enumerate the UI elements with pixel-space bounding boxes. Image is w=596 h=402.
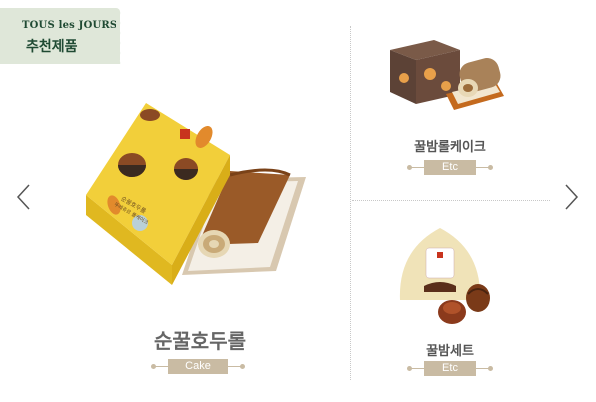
- featured-category-tag: Cake: [151, 359, 245, 374]
- featured-product-image[interactable]: [80, 95, 320, 295]
- side-product-2[interactable]: 꿀밤세트 Etc: [380, 220, 520, 380]
- side-product-2-name[interactable]: 꿀밤세트: [380, 340, 520, 359]
- featured-product[interactable]: 순꿀호두롤 뚜레쥬르 롤케이크 순꿀호두롤 Cake: [80, 95, 320, 385]
- row-divider: [352, 200, 550, 201]
- featured-product-name[interactable]: 순꿀호두롤: [120, 325, 280, 354]
- side-product-1-category-tag: Etc: [407, 160, 493, 175]
- category-label: Etc: [424, 361, 476, 376]
- side-product-1[interactable]: 꿀밤롤케이크 Etc: [380, 34, 520, 184]
- recommended-badge: TOUS les JOURS 추천제품: [0, 8, 126, 64]
- brand-logo-text: TOUS les JOURS: [22, 20, 118, 31]
- category-label: Cake: [168, 359, 228, 374]
- chevron-right-icon[interactable]: [561, 183, 581, 211]
- column-divider: [350, 26, 351, 380]
- side-product-1-image[interactable]: [380, 34, 520, 116]
- chevron-left-icon[interactable]: [14, 183, 34, 211]
- category-label: Etc: [424, 160, 476, 175]
- side-product-2-category-tag: Etc: [407, 361, 493, 376]
- section-title: 추천제품: [26, 39, 78, 55]
- side-product-1-name[interactable]: 꿀밤롤케이크: [380, 136, 520, 155]
- side-product-2-image[interactable]: [380, 220, 520, 332]
